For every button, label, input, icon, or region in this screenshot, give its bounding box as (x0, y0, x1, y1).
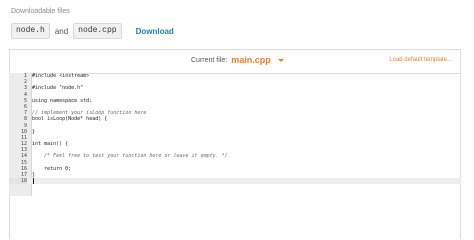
files-joiner: and (54, 26, 69, 36)
current-file-name: main.cpp (231, 55, 271, 65)
download-button[interactable]: Download (136, 27, 174, 36)
code-lines: 1 #include <iostream> 2 3 #include "node.h" 4… (9, 73, 461, 185)
current-file-label: Current file: (191, 56, 228, 64)
load-default-template-link[interactable]: Load default template... (389, 57, 452, 63)
file-chip-node-cpp: node.cpp (73, 23, 122, 39)
text-cursor (33, 178, 34, 185)
code-editor[interactable]: 1 #include <iostream> 2 3 #include "node.h" 4… (9, 73, 461, 240)
line-number: 18 (9, 178, 27, 185)
downloadable-files-row: node.h and node.cpp Download (11, 23, 174, 39)
downloadable-files-label: Downloadable files (11, 8, 70, 15)
current-file-selector[interactable]: Current file: main.cpp (191, 55, 284, 65)
code-line[interactable]: 18 (9, 178, 461, 185)
caret-down-icon (277, 59, 284, 62)
file-chip-node-h: node.h (11, 23, 50, 39)
editor-toolbar: Current file: main.cpp Load default temp… (10, 50, 460, 74)
